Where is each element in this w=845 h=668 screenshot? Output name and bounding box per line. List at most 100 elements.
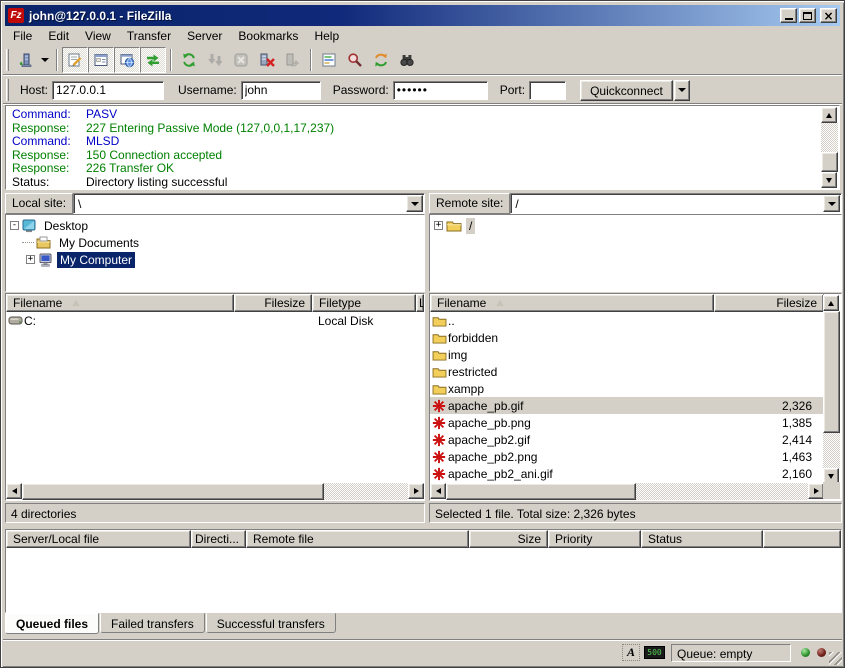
local-site-dropdown-button[interactable] xyxy=(406,195,423,212)
quickconnect-button[interactable]: Quickconnect xyxy=(580,80,673,101)
directory-comparison-button[interactable] xyxy=(342,47,368,73)
column-priority[interactable]: Priority xyxy=(548,530,641,548)
tree-item-my-documents[interactable]: My Documents xyxy=(6,234,424,251)
disk-drive-icon xyxy=(6,316,24,325)
site-manager-button[interactable] xyxy=(12,47,38,73)
find-files-button[interactable] xyxy=(394,47,420,73)
toggle-message-log-button[interactable] xyxy=(62,47,88,73)
file-row[interactable]: apache_pb2_ani.gif 2,160 xyxy=(430,465,824,482)
scroll-track[interactable] xyxy=(823,433,840,468)
file-row[interactable]: img xyxy=(430,346,824,363)
scroll-left-button[interactable] xyxy=(6,483,22,499)
column-filesize[interactable]: Filesize xyxy=(234,294,312,312)
column-filename[interactable]: Filename xyxy=(430,294,714,312)
file-row[interactable]: restricted xyxy=(430,363,824,380)
minimize-button[interactable] xyxy=(780,8,797,23)
column-server-local-file[interactable]: Server/Local file xyxy=(6,530,191,548)
quickconnect-dropdown-button[interactable] xyxy=(674,80,690,101)
password-input[interactable] xyxy=(393,81,488,100)
toggle-local-tree-button[interactable] xyxy=(88,47,114,73)
menu-server[interactable]: Server xyxy=(179,28,230,44)
menu-edit[interactable]: Edit xyxy=(40,28,77,44)
resize-grip[interactable] xyxy=(829,652,842,665)
host-input[interactable] xyxy=(52,81,164,100)
site-manager-dropdown-button[interactable] xyxy=(38,47,52,73)
scroll-right-button[interactable] xyxy=(808,483,824,499)
port-input[interactable] xyxy=(529,81,566,100)
file-row-selected[interactable]: apache_pb.gif 2,326 xyxy=(430,397,824,414)
cancel-operation-button[interactable] xyxy=(228,47,254,73)
file-row[interactable]: apache_pb2.gif 2,414 xyxy=(430,431,824,448)
username-input[interactable] xyxy=(241,81,321,100)
collapse-expander[interactable]: - xyxy=(10,221,19,230)
tab-queued-files[interactable]: Queued files xyxy=(5,613,99,634)
menu-transfer[interactable]: Transfer xyxy=(119,28,179,44)
toggle-remote-tree-button[interactable] xyxy=(114,47,140,73)
disconnect-button[interactable] xyxy=(254,47,280,73)
tree-item-desktop[interactable]: - Desktop xyxy=(6,217,424,234)
toggle-queue-button[interactable] xyxy=(140,47,166,73)
scroll-thumb[interactable] xyxy=(22,483,324,500)
column-size[interactable]: Size xyxy=(469,530,548,548)
column-filetype[interactable]: Filetype xyxy=(312,294,416,312)
tree-item-root[interactable]: + / xyxy=(430,217,841,234)
file-row[interactable]: .. xyxy=(430,312,824,329)
menu-help[interactable]: Help xyxy=(306,28,347,44)
column-status[interactable]: Status xyxy=(641,530,763,548)
title-bar[interactable]: Fz john@127.0.0.1 - FileZilla × xyxy=(5,5,840,26)
log-scrollbar[interactable] xyxy=(821,107,838,188)
filter-button[interactable] xyxy=(316,47,342,73)
file-row[interactable]: xampp xyxy=(430,380,824,397)
remote-site-dropdown-button[interactable] xyxy=(823,195,840,212)
process-queue-button[interactable] xyxy=(202,47,228,73)
refresh-button[interactable] xyxy=(176,47,202,73)
filezilla-logo-icon: Fz xyxy=(8,8,24,23)
close-button[interactable]: × xyxy=(820,8,837,23)
tab-failed-transfers[interactable]: Failed transfers xyxy=(100,613,205,633)
reconnect-button[interactable] xyxy=(280,47,306,73)
scroll-thumb[interactable] xyxy=(446,483,636,500)
remote-file-list: Filename Filesize .. forbidden img restr… xyxy=(429,293,842,501)
scroll-thumb[interactable] xyxy=(821,152,838,172)
scroll-down-button[interactable] xyxy=(821,172,837,188)
scroll-up-button[interactable] xyxy=(823,295,839,311)
scroll-right-button[interactable] xyxy=(408,483,424,499)
scroll-track[interactable] xyxy=(324,483,408,500)
menu-view[interactable]: View xyxy=(77,28,119,44)
scroll-left-button[interactable] xyxy=(430,483,446,499)
synchronized-browsing-button[interactable] xyxy=(368,47,394,73)
remote-site-combo[interactable]: / xyxy=(510,193,842,214)
sort-ascending-icon xyxy=(72,300,80,306)
remote-list-body[interactable]: .. forbidden img restricted xampp apache… xyxy=(430,312,824,483)
scroll-track[interactable] xyxy=(636,483,808,500)
maximize-button[interactable] xyxy=(799,8,816,23)
menu-file[interactable]: File xyxy=(5,28,40,44)
scroll-track[interactable] xyxy=(821,123,838,152)
column-direction[interactable]: Directi... xyxy=(191,530,246,548)
local-list-body[interactable]: C: Local Disk xyxy=(6,312,424,483)
column-remote-file[interactable]: Remote file xyxy=(246,530,469,548)
remote-vertical-scrollbar[interactable] xyxy=(823,295,840,484)
expand-expander[interactable]: + xyxy=(434,221,443,230)
remote-horizontal-scrollbar[interactable] xyxy=(430,483,824,500)
selected-tree-item-label: My Computer xyxy=(57,252,135,268)
local-horizontal-scrollbar[interactable] xyxy=(6,483,424,500)
column-last-modified[interactable]: L xyxy=(416,294,424,312)
remote-tree[interactable]: + / xyxy=(429,214,842,292)
column-filesize[interactable]: Filesize xyxy=(714,294,824,312)
scroll-thumb[interactable] xyxy=(823,311,840,433)
file-row[interactable]: apache_pb2.png 1,463 xyxy=(430,448,824,465)
file-row-c-drive[interactable]: C: Local Disk xyxy=(6,312,424,329)
local-site-combo[interactable]: \ xyxy=(73,193,425,214)
expand-expander[interactable]: + xyxy=(26,255,35,264)
menu-bookmarks[interactable]: Bookmarks xyxy=(230,28,306,44)
tree-item-my-computer[interactable]: + My Computer xyxy=(6,251,424,268)
file-row[interactable]: apache_pb.png 1,385 xyxy=(430,414,824,431)
scroll-up-button[interactable] xyxy=(821,107,837,123)
message-log[interactable]: Command:PASV Response:227 Entering Passi… xyxy=(5,105,840,190)
file-row[interactable]: forbidden xyxy=(430,329,824,346)
tab-successful-transfers[interactable]: Successful transfers xyxy=(206,613,336,633)
local-tree[interactable]: - Desktop My Documents + My Computer xyxy=(5,214,425,292)
queue-body[interactable] xyxy=(6,548,841,612)
column-filename[interactable]: Filename xyxy=(6,294,234,312)
